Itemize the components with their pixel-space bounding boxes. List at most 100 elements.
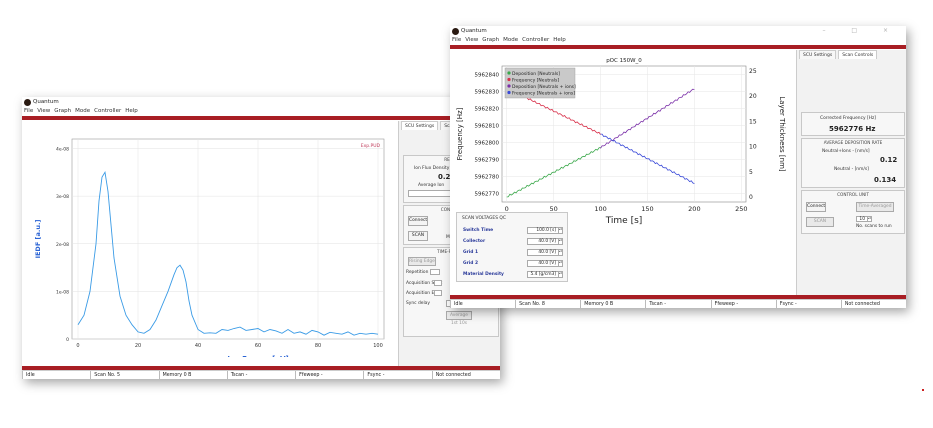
status-scan-no: Scan No. 8	[515, 300, 580, 308]
status-state: Idle	[450, 300, 515, 308]
status-tscan: Tscan -	[645, 300, 710, 308]
y-axis-label: Frequency [Hz]	[456, 107, 464, 160]
menu-controller[interactable]: Controller	[94, 108, 121, 116]
spin-arrows-icon[interactable]: ▴▾	[558, 272, 562, 277]
back-status-bar: Idle Scan No. 5 Memory 0 B Tscan - Ffewe…	[22, 370, 500, 379]
repetition-field[interactable]	[430, 269, 440, 275]
legend-marker	[507, 71, 511, 75]
y-axis-label: IEDF [a.u.]	[34, 220, 42, 259]
legend-entry: Frequency [Neutrals]	[512, 78, 559, 84]
connect-button[interactable]: Connect	[408, 216, 428, 226]
status-connection: Not connected	[431, 371, 500, 379]
status-memory: Memory 0 B	[158, 371, 227, 379]
scan-voltage-label: Grid 1	[463, 250, 479, 255]
x-tick-label: 0	[76, 343, 79, 349]
spin-arrows-icon[interactable]: ▴▾	[558, 250, 562, 255]
spin-arrows-icon[interactable]: ▴▾	[867, 217, 871, 221]
menu-file[interactable]: File	[24, 108, 33, 116]
spin-arrows-icon[interactable]: ▴▾	[558, 261, 562, 266]
menu-mode[interactable]: Mode	[503, 37, 518, 45]
average-button[interactable]: Average 1st 10s	[446, 311, 472, 326]
y-tick-label: 5962820	[475, 107, 500, 113]
ion-flux-label: Ion Flux Density	[414, 166, 450, 171]
status-fsync: Fsync -	[363, 371, 431, 379]
menu-bar: File View Graph Mode Controller Help	[450, 37, 906, 45]
y2-tick-label: 20	[749, 93, 757, 100]
window-controls[interactable]: – □ ×	[822, 27, 900, 34]
rising-edge-select[interactable]: Rising Edge	[408, 257, 436, 266]
control-unit-title: CONTROL UNIT	[837, 192, 869, 197]
menu-graph[interactable]: Graph	[54, 108, 71, 116]
scan-voltage-field[interactable]: 40.0 [V] ▴▾	[527, 249, 563, 256]
y-tick-label: 3e-08	[56, 194, 69, 200]
neutral-value: 0.134	[874, 176, 897, 184]
app-title: Quantum	[33, 99, 59, 105]
x-tick-label: 250	[735, 205, 747, 213]
acq-start-field[interactable]	[434, 280, 442, 286]
status-fsweep: Ffeweep -	[295, 371, 363, 379]
legend-entry: Deposition [Neutrals]	[512, 71, 560, 77]
tab-scu-settings[interactable]: SCU Settings	[401, 121, 439, 130]
connect-button[interactable]: Connect	[806, 202, 826, 212]
y-tick-label: 5962810	[475, 124, 500, 130]
title-bar: Quantum – □ ×	[450, 26, 906, 37]
y-tick-label: 0	[66, 337, 69, 343]
y-tick-label: 5962840	[475, 73, 500, 79]
y2-tick-label: 15	[749, 118, 757, 125]
y2-tick-label: 5	[749, 169, 753, 176]
scan-voltage-field[interactable]: 100.0 [s] ▴▾	[527, 227, 563, 234]
scans-count-field[interactable]: 10 ▴▾	[856, 216, 872, 222]
qcm-plot: pOC 150W_0 0 50 100 150 200 250 5962770 5962780 5…	[454, 54, 794, 232]
scan-button[interactable]: SCAN	[408, 231, 428, 241]
spin-arrows-icon[interactable]: ▴▾	[558, 228, 562, 233]
app-logo-icon	[24, 99, 31, 106]
menu-graph[interactable]: Graph	[482, 37, 499, 45]
plot-corner-label: Exp.PUD	[361, 143, 381, 149]
scan-voltage-value: 40.0 [V]	[538, 239, 556, 244]
menu-help[interactable]: Help	[125, 108, 138, 116]
back-window: Quantum – File View Graph Mode Controlle…	[22, 97, 500, 379]
ion-flux-value: 0.2	[438, 173, 451, 181]
scan-voltage-field[interactable]: 5.4 [g/cm3] ▴▾	[527, 271, 563, 278]
status-fsweep: Ffeweep -	[710, 300, 776, 308]
y-tick-label: 5962780	[475, 175, 500, 181]
scan-voltage-value: 40.0 [V]	[538, 250, 556, 255]
scan-button[interactable]: SCAN	[806, 217, 834, 227]
scan-voltage-field[interactable]: 40.0 [V] ▴▾	[527, 238, 563, 245]
menu-view[interactable]: View	[465, 37, 478, 45]
control-unit-group: CONTROL UNIT Connect Time-Averaged SCAN …	[801, 190, 905, 234]
accent-bar	[450, 45, 906, 49]
y2-tick-label: 0	[749, 194, 753, 201]
corrected-frequency-value: 5962776 Hz	[829, 125, 876, 133]
x-tick-label: 200	[688, 205, 700, 213]
menu-controller[interactable]: Controller	[522, 37, 549, 45]
front-status-bar: Idle Scan No. 8 Memory 0 B Tscan - Ffewe…	[450, 299, 906, 308]
menu-help[interactable]: Help	[553, 37, 566, 45]
scan-voltage-label: Switch Time	[463, 228, 494, 233]
average-ion-label: Average Ion	[418, 183, 445, 188]
tab-scan-controls[interactable]: Scan Controls	[838, 50, 878, 59]
accent-bar	[22, 116, 500, 120]
scan-voltage-field[interactable]: 40.0 [V] ▴▾	[527, 260, 563, 267]
y-tick-label: 5962800	[475, 141, 500, 147]
status-state: Idle	[22, 371, 90, 379]
time-averaged-button[interactable]: Time-Averaged	[856, 202, 894, 212]
scan-voltages-title: SCAN VOLTAGES QC	[462, 216, 506, 221]
status-fsync: Fsync -	[775, 300, 841, 308]
status-memory: Memory 0 B	[580, 300, 645, 308]
menu-mode[interactable]: Mode	[75, 108, 90, 116]
menu-file[interactable]: File	[452, 37, 461, 45]
spin-arrows-icon[interactable]: ▴▾	[558, 239, 562, 244]
tab-scu-settings[interactable]: SCU Settings	[799, 50, 837, 59]
x-tick-label: 20	[135, 343, 141, 349]
x-axis-label: Time [s]	[605, 216, 643, 226]
y-tick-label: 5962830	[475, 90, 500, 96]
menu-view[interactable]: View	[37, 108, 50, 116]
acq-end-field[interactable]	[434, 290, 442, 296]
scan-voltage-value: 40.0 [V]	[538, 261, 556, 266]
menu-bar: File View Graph Mode Controller Help	[22, 108, 500, 116]
title-bar: Quantum –	[22, 97, 500, 108]
x-axis-label: Ion Energy [eV]	[227, 355, 288, 357]
legend-entry: Frequency [Neutrals + ions]	[512, 91, 575, 97]
sync-delay-label: Sync delay	[406, 301, 430, 306]
